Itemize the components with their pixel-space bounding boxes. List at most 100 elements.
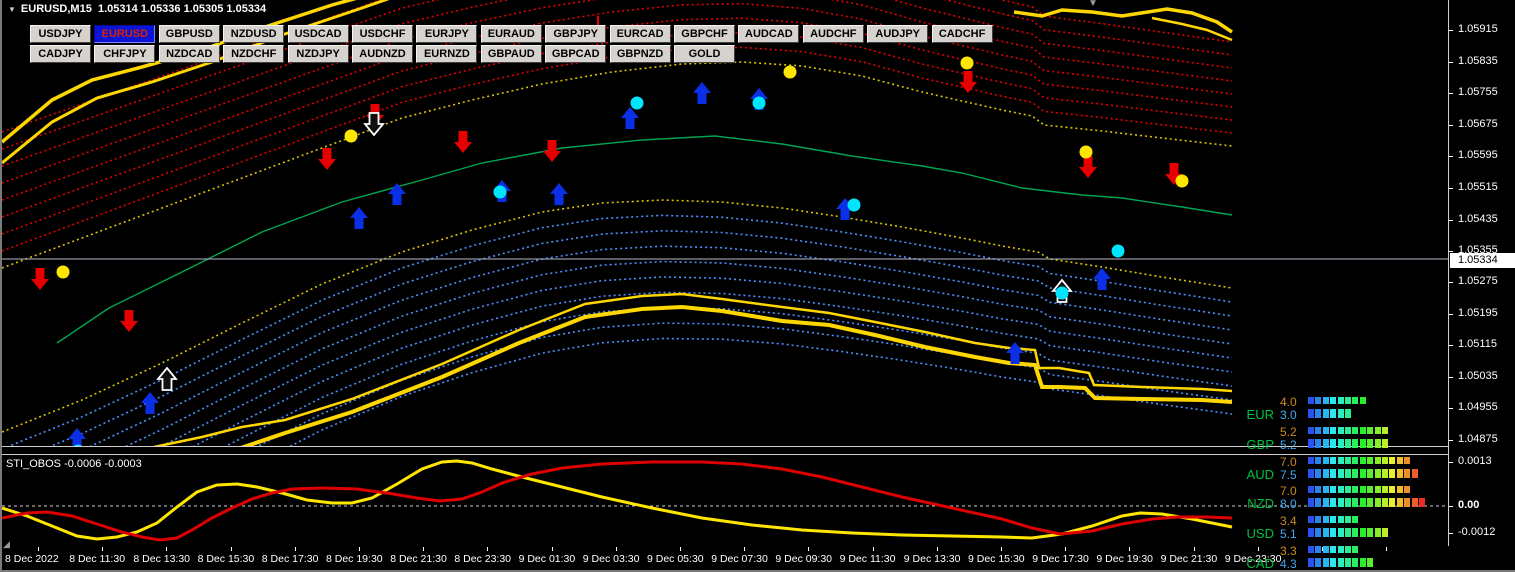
price-axis-label: 1.05435 bbox=[1458, 213, 1498, 225]
strength-bar-segment bbox=[1345, 546, 1351, 553]
strength-value-top: 5.2 bbox=[1280, 424, 1297, 439]
time-axis-label: 9 Dec 09:30 bbox=[775, 553, 833, 565]
time-axis-label: 9 Dec 17:30 bbox=[1032, 553, 1089, 565]
currency-label-usd: USD bbox=[1246, 526, 1274, 542]
price-axis[interactable]: 1.05915 1.05835 1.05755 1.05675 1.05595 1.055… bbox=[1449, 0, 1515, 546]
strength-bar-segment bbox=[1419, 498, 1425, 508]
pair-button-usdcad[interactable]: USDCAD bbox=[287, 25, 349, 43]
strength-bar-segment bbox=[1315, 426, 1322, 434]
pair-button-audjpy[interactable]: AUDJPY bbox=[867, 25, 929, 43]
lower-band-line-2 bbox=[49, 229, 1233, 446]
indicator-axis-tick bbox=[1449, 533, 1453, 534]
strength-value-top: 7.0 bbox=[1280, 484, 1297, 499]
pair-button-audcad[interactable]: AUDCAD bbox=[738, 25, 800, 43]
pair-button-gbpjpy[interactable]: GBPJPY bbox=[545, 25, 607, 43]
strength-bar-segment bbox=[1352, 558, 1359, 567]
time-axis-tick bbox=[487, 547, 489, 551]
pair-button-eurcad[interactable]: EURCAD bbox=[609, 25, 671, 43]
pair-button-audnzd[interactable]: AUDNZD bbox=[352, 44, 413, 63]
strength-bar-segment bbox=[1352, 438, 1359, 448]
lower-band-line-3 bbox=[89, 245, 1233, 446]
strength-bar-segment bbox=[1352, 528, 1359, 538]
pair-button-gbpnzd[interactable]: GBPNZD bbox=[609, 44, 671, 63]
strength-bar-segment bbox=[1382, 438, 1388, 448]
strength-value-bottom: 5.1 bbox=[1280, 527, 1297, 542]
strength-bar-segment bbox=[1367, 468, 1374, 478]
strength-bar-segment bbox=[1345, 516, 1351, 524]
pair-button-euraud[interactable]: EURAUD bbox=[480, 25, 542, 43]
pair-button-chfjpy[interactable]: CHFJPY bbox=[94, 44, 156, 63]
strength-bar-segment bbox=[1337, 438, 1344, 448]
signal-dot-yellow bbox=[960, 56, 974, 70]
time-axis-tick bbox=[872, 547, 874, 551]
strength-bar-segment bbox=[1308, 546, 1314, 553]
strength-bar-segment bbox=[1308, 409, 1314, 418]
price-axis-tick bbox=[1449, 125, 1453, 126]
currency-label-cad: CAD bbox=[1246, 556, 1274, 571]
strength-bar-segment bbox=[1322, 409, 1329, 418]
time-axis-label: 8 Dec 13:30 bbox=[133, 553, 191, 565]
strength-bar-segment bbox=[1367, 498, 1374, 508]
pair-button-nzdcad[interactable]: NZDCAD bbox=[158, 44, 220, 63]
strength-bar-segment bbox=[1330, 528, 1337, 538]
subwindow-separator-top[interactable] bbox=[2, 446, 1449, 447]
upper-band-base-line bbox=[2, 61, 1233, 269]
pair-button-cadchf[interactable]: CADCHF bbox=[931, 25, 993, 43]
strength-bar-segment bbox=[1315, 558, 1322, 567]
strength-bar-segment bbox=[1382, 456, 1388, 464]
currency-label-gbp: GBP bbox=[1246, 436, 1274, 452]
pair-button-usdjpy[interactable]: USDJPY bbox=[30, 25, 91, 43]
chart-shift-triangle-icon[interactable]: ▼ bbox=[1088, 0, 1098, 9]
subwindow-resize-icon[interactable]: ◢ bbox=[3, 539, 10, 550]
strength-bar-segment bbox=[1337, 546, 1344, 553]
signal-dot-cyan bbox=[1111, 244, 1125, 258]
pair-button-gbpchf[interactable]: GBPCHF bbox=[674, 25, 735, 43]
pair-button-cadjpy[interactable]: CADJPY bbox=[30, 44, 91, 63]
strength-bar-segment bbox=[1367, 456, 1374, 464]
sell-arrow-icon bbox=[1079, 156, 1097, 178]
chart-symbol-period: EURUSD,M15 bbox=[20, 3, 92, 15]
strength-bar-segment bbox=[1337, 558, 1344, 567]
strength-bar-segment bbox=[1337, 528, 1344, 538]
pair-button-usdchf[interactable]: USDCHF bbox=[352, 25, 413, 43]
pair-button-gold[interactable]: GOLD bbox=[674, 44, 735, 63]
pair-button-gbpusd[interactable]: GBPUSD bbox=[158, 25, 220, 43]
currency-label-nzd: NZD bbox=[1247, 496, 1274, 512]
pair-button-nzdusd[interactable]: NZDUSD bbox=[223, 25, 285, 43]
strength-bar-segment bbox=[1352, 498, 1359, 508]
time-axis-label: 9 Dec 19:30 bbox=[1096, 553, 1154, 565]
strength-bar-segment bbox=[1308, 426, 1314, 434]
pair-button-eurjpy[interactable]: EURJPY bbox=[416, 25, 478, 43]
time-axis-label: 9 Dec 15:30 bbox=[968, 553, 1025, 565]
subwindow-separator-bottom bbox=[2, 454, 1449, 455]
main-chart-canvas[interactable] bbox=[2, 0, 1449, 446]
strength-bar-segment bbox=[1359, 438, 1366, 448]
pair-button-audchf[interactable]: AUDCHF bbox=[802, 25, 864, 43]
time-axis-tick bbox=[102, 547, 104, 551]
strength-bar-segment bbox=[1330, 546, 1337, 553]
strength-bar-segment bbox=[1352, 486, 1359, 494]
price-axis-label: 1.04955 bbox=[1458, 401, 1498, 413]
price-axis-tick bbox=[1449, 62, 1453, 63]
buy-arrow-icon bbox=[141, 392, 159, 414]
price-axis-label: 1.05275 bbox=[1458, 275, 1498, 287]
strength-bar-segment bbox=[1345, 456, 1351, 464]
time-axis-label: 8 Dec 23:30 bbox=[454, 553, 512, 565]
strength-value-bottom: 5.2 bbox=[1280, 437, 1297, 452]
pair-button-gbpaud[interactable]: GBPAUD bbox=[480, 44, 542, 63]
strength-bar-segment bbox=[1315, 397, 1322, 404]
pair-button-gbpcad[interactable]: GBPCAD bbox=[545, 44, 607, 63]
dropdown-triangle-icon[interactable]: ▼ bbox=[8, 5, 16, 14]
strength-bar-segment bbox=[1330, 558, 1337, 567]
time-axis-label: 9 Dec 21:30 bbox=[1160, 553, 1218, 565]
time-axis-label: 9 Dec 07:30 bbox=[711, 553, 768, 565]
strength-bar-segment bbox=[1308, 558, 1314, 567]
strength-value-bottom: 7.5 bbox=[1280, 467, 1297, 482]
pair-button-nzdjpy[interactable]: NZDJPY bbox=[287, 44, 349, 63]
indicator-subwindow-canvas[interactable] bbox=[2, 455, 1449, 546]
sell-arrow-icon bbox=[454, 131, 472, 153]
time-axis-label: 9 Dec 13:30 bbox=[903, 553, 961, 565]
pair-button-eurusd[interactable]: EURUSD bbox=[94, 25, 156, 43]
pair-button-eurnzd[interactable]: EURNZD bbox=[416, 44, 478, 63]
pair-button-nzdchf[interactable]: NZDCHF bbox=[223, 44, 285, 63]
